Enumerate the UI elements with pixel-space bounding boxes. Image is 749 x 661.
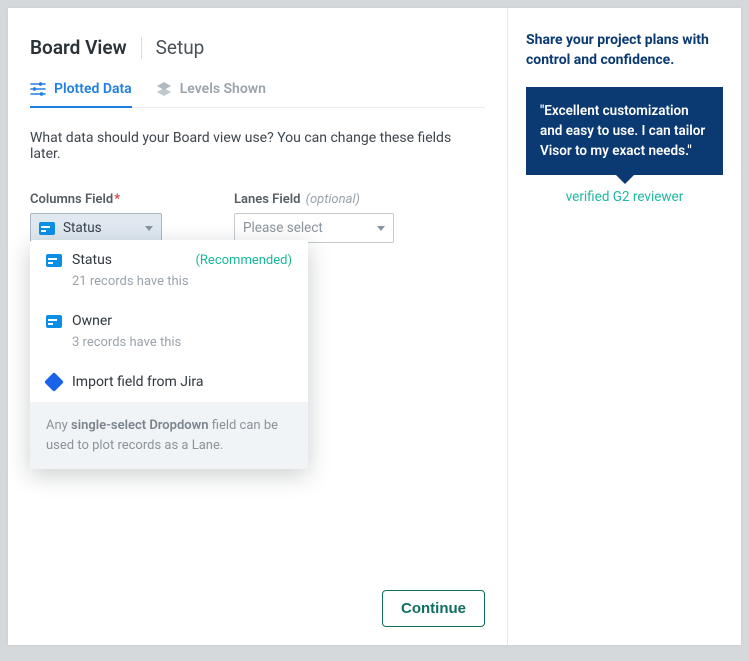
tab-label: Levels Shown xyxy=(180,81,266,97)
chevron-down-icon xyxy=(377,226,385,231)
breadcrumb: Board View Setup xyxy=(30,36,485,59)
status-icon xyxy=(39,222,55,235)
status-icon xyxy=(46,254,62,267)
columns-field-select[interactable]: Status xyxy=(30,213,162,243)
lanes-field-label: Lanes Field (optional) xyxy=(234,192,394,207)
testimonial-quote: "Excellent customization and easy to use… xyxy=(526,87,723,176)
lanes-placeholder: Please select xyxy=(243,220,323,236)
optional-label: (optional) xyxy=(306,192,360,207)
dropdown-import-jira[interactable]: Import field from Jira xyxy=(30,362,308,402)
option-meta: 21 records have this xyxy=(72,274,292,289)
breadcrumb-sub: Setup xyxy=(156,36,205,59)
columns-dropdown-panel: Status (Recommended) 21 records have thi… xyxy=(30,240,308,469)
breadcrumb-separator xyxy=(141,37,142,59)
tab-label: Plotted Data xyxy=(54,81,132,97)
option-name: Owner xyxy=(72,313,112,329)
recommended-badge: (Recommended) xyxy=(195,253,292,268)
required-asterisk: * xyxy=(114,192,120,207)
dropdown-option-status[interactable]: Status (Recommended) 21 records have thi… xyxy=(30,240,308,301)
dropdown-footer: Any single-select Dropdown field can be … xyxy=(30,402,308,469)
sliders-icon xyxy=(30,82,46,96)
reviewer-attribution: verified G2 reviewer xyxy=(526,189,723,205)
tab-levels-shown[interactable]: Levels Shown xyxy=(156,81,266,108)
columns-selected-value: Status xyxy=(63,220,102,236)
dropdown-option-owner[interactable]: Owner 3 records have this xyxy=(30,301,308,362)
import-label: Import field from Jira xyxy=(72,374,203,390)
continue-button[interactable]: Continue xyxy=(382,590,485,627)
tab-plotted-data[interactable]: Plotted Data xyxy=(30,81,132,108)
sidebar-heading: Share your project plans with control an… xyxy=(526,30,723,71)
option-meta: 3 records have this xyxy=(72,335,292,350)
lanes-field-select[interactable]: Please select xyxy=(234,213,394,243)
layers-icon xyxy=(156,82,172,96)
option-name: Status xyxy=(72,252,112,268)
status-icon xyxy=(46,315,62,328)
breadcrumb-title: Board View xyxy=(30,36,127,59)
sidebar: Share your project plans with control an… xyxy=(507,8,741,645)
columns-field-label: Columns Field* xyxy=(30,192,162,207)
helper-text: What data should your Board view use? Yo… xyxy=(30,130,485,162)
tabs: Plotted Data Levels Shown xyxy=(30,81,485,108)
chevron-down-icon xyxy=(145,226,153,231)
columns-field-block: Columns Field* Status xyxy=(30,192,162,243)
jira-icon xyxy=(44,372,64,392)
lanes-field-block: Lanes Field (optional) Please select xyxy=(234,192,394,243)
